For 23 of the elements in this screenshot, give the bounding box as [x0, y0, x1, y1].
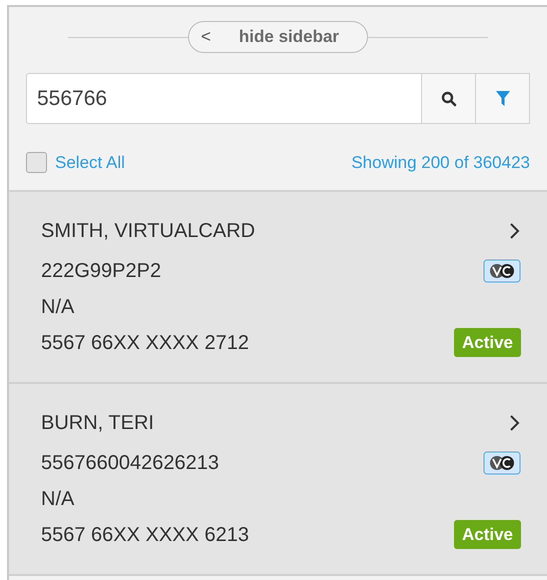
- search-field[interactable]: 556766: [26, 73, 422, 124]
- vc-icon: [483, 450, 521, 474]
- cardholder-name: BURN, TERI: [41, 410, 154, 436]
- card-detail: N/A: [41, 486, 74, 512]
- vc-icon: [483, 258, 521, 282]
- card-number: 5567 66XX XXXX 6213: [41, 522, 249, 548]
- search-icon: [440, 90, 456, 106]
- account-id: 222G99P2P2: [41, 258, 162, 284]
- filter-icon: [496, 91, 510, 106]
- select-all-checkbox[interactable]: [26, 152, 47, 174]
- result-item[interactable]: BURN, TERI 5567660042626213 N/A 5567 66XX XXXX 6213 Active: [9, 384, 547, 576]
- chevron-right-icon[interactable]: [509, 414, 521, 432]
- account-id: 5567660042626213: [41, 450, 219, 476]
- cardholder-name: SMITH, VIRTUALCARD: [41, 218, 256, 244]
- status-badge: Active: [454, 520, 521, 550]
- card-detail: N/A: [41, 294, 74, 320]
- search-button[interactable]: [422, 73, 476, 124]
- hide-sidebar-button[interactable]: < hide sidebar: [188, 21, 368, 53]
- chevron-right-icon[interactable]: [509, 222, 521, 240]
- result-item[interactable]: SMITH, VIRTUALCARD 222G99P2P2 N/A 5567 66XX XXXX 2712 Active: [9, 192, 547, 384]
- card-number: 5567 66XX XXXX 2712: [41, 330, 249, 356]
- status-badge: Active: [454, 328, 521, 358]
- result-count: Showing 200 of 360423: [351, 152, 530, 174]
